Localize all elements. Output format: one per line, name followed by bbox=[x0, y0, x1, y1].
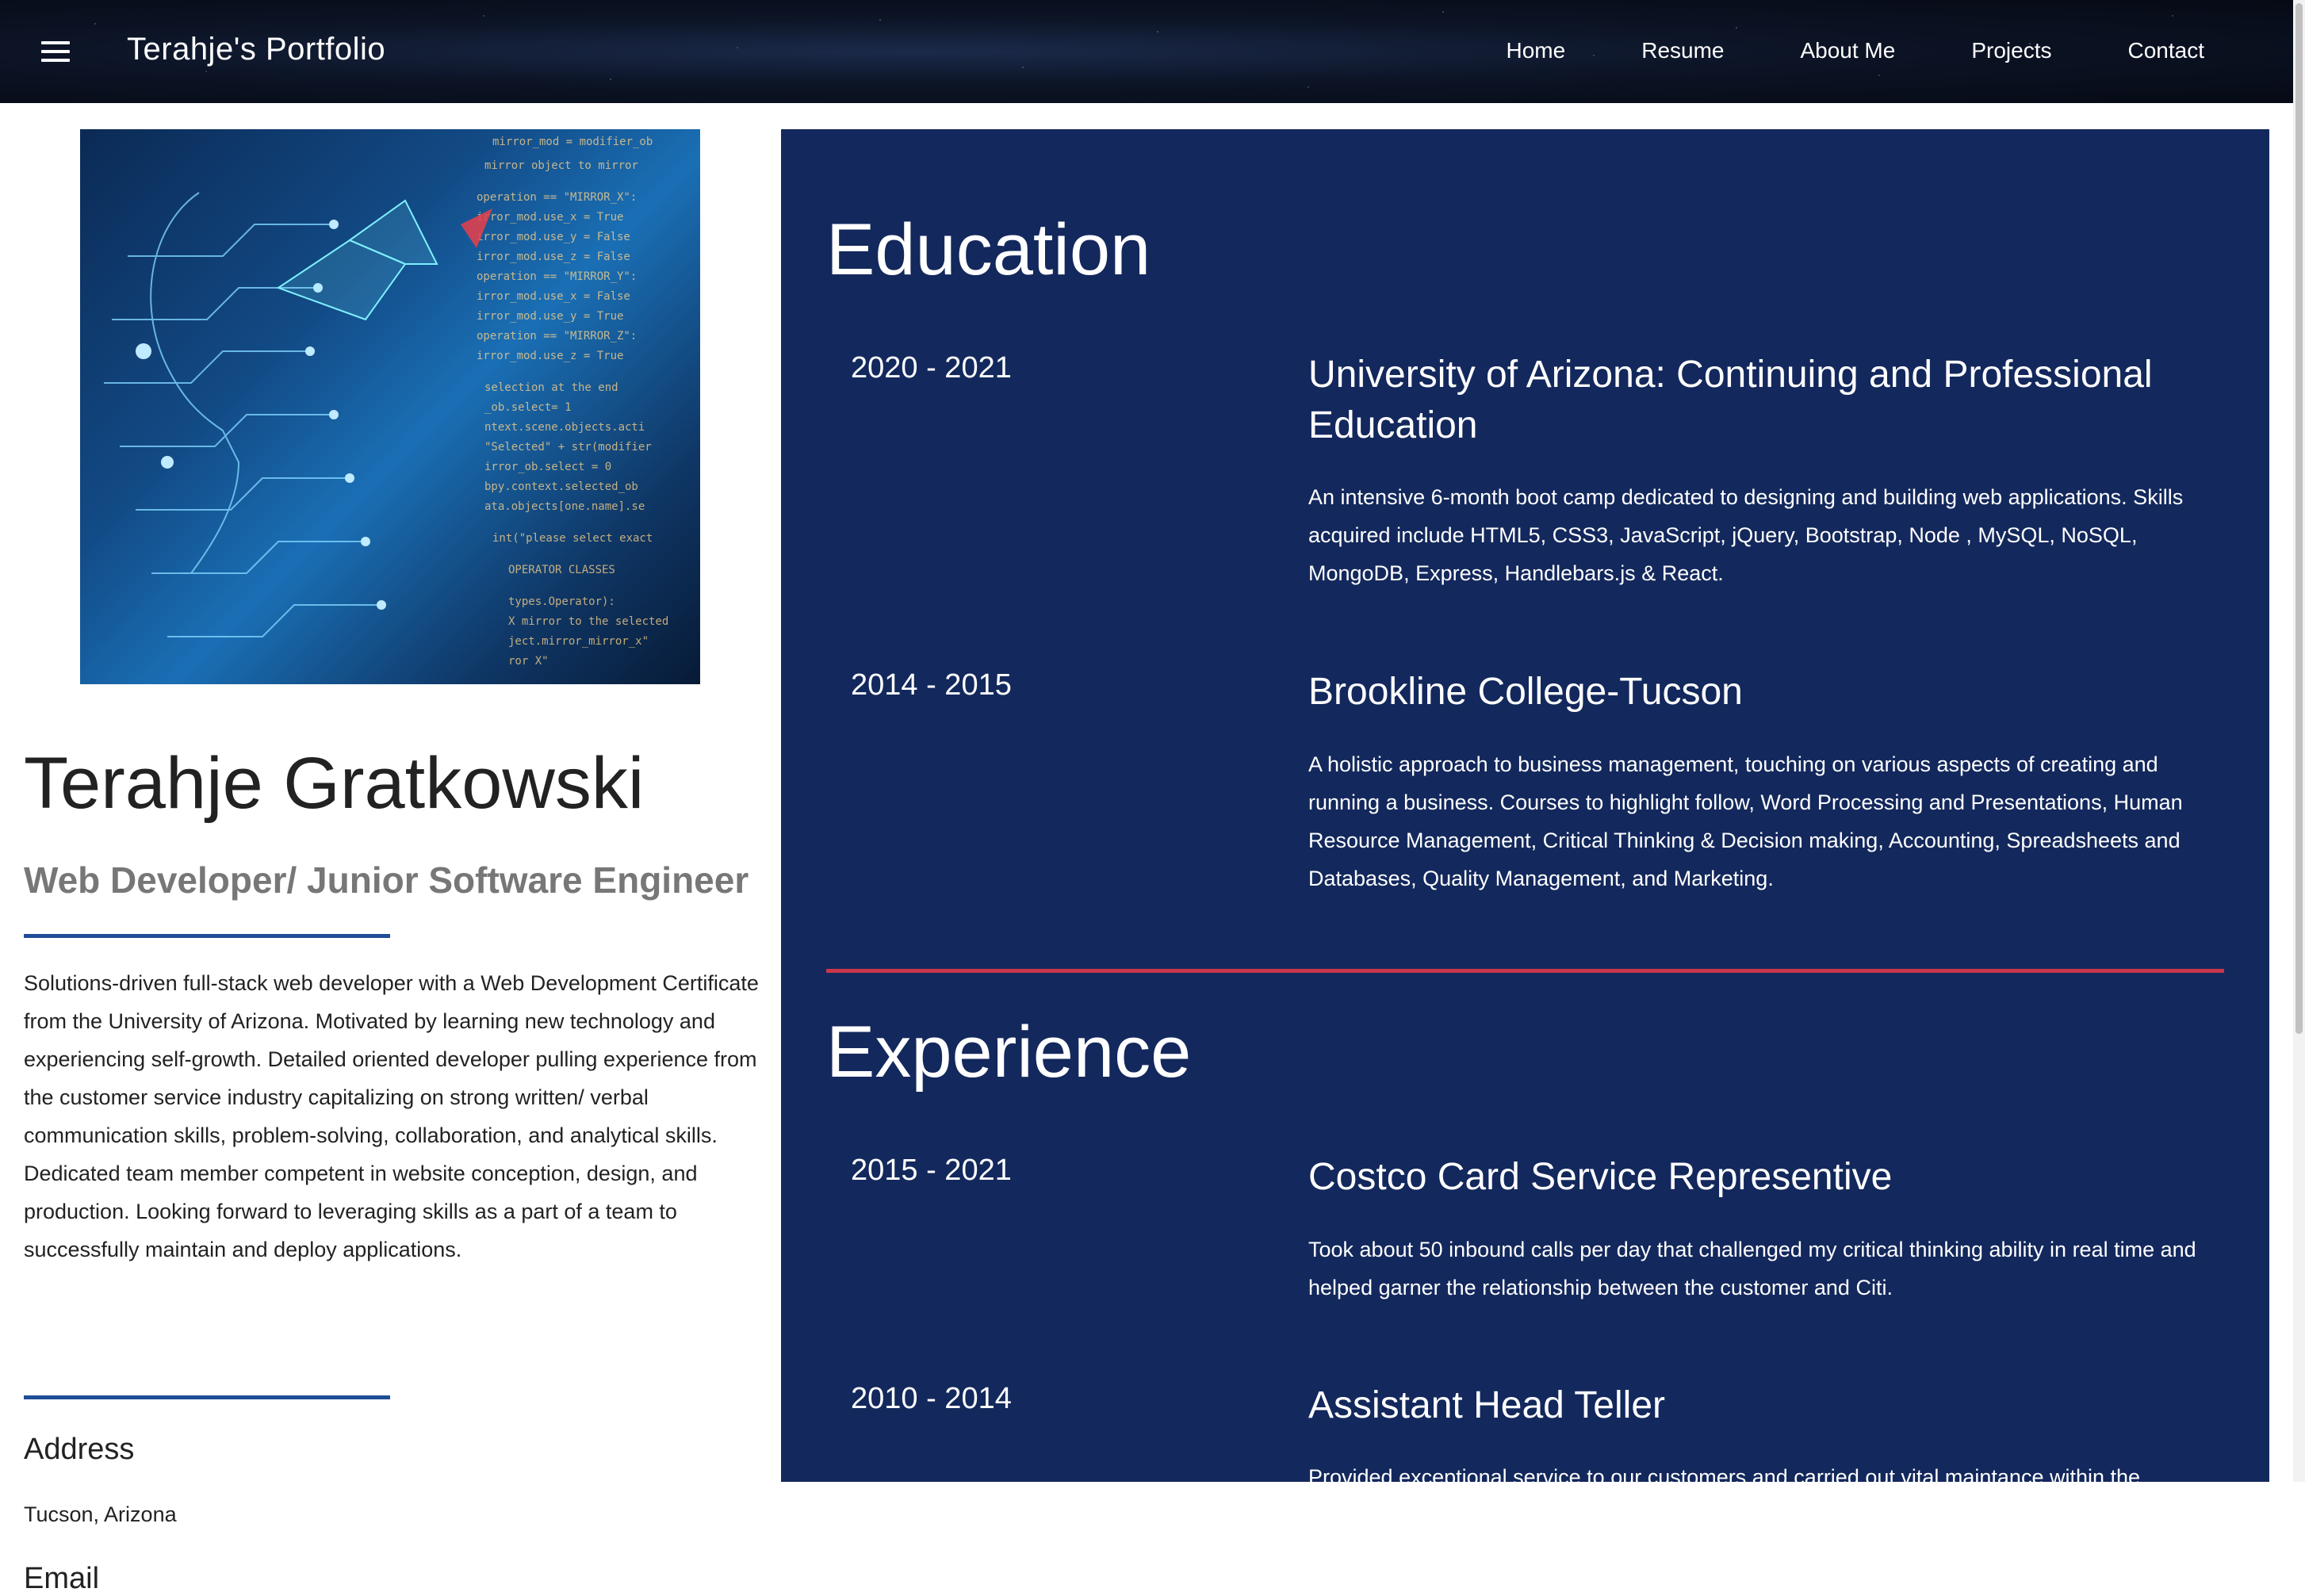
svg-text:irror_ob.select = 0: irror_ob.select = 0 bbox=[484, 461, 611, 473]
top-navbar: Terahje's Portfolio Home Resume About Me… bbox=[0, 0, 2293, 103]
svg-text:irror_mod.use_z = False: irror_mod.use_z = False bbox=[477, 251, 630, 263]
section-divider bbox=[826, 969, 2224, 973]
svg-text:ntext.scene.objects.acti: ntext.scene.objects.acti bbox=[484, 421, 645, 434]
experience-description: Provided exceptional service to our cust… bbox=[1308, 1465, 2141, 1489]
nav-links: Home Resume About Me Projects Contact bbox=[1430, 38, 2204, 63]
nav-about-link[interactable]: About Me bbox=[1800, 38, 1895, 63]
svg-text:irror_mod.use_y = True: irror_mod.use_y = True bbox=[477, 310, 623, 323]
svg-text:selection at the end: selection at the end bbox=[484, 381, 618, 394]
svg-text:ject.mirror_mirror_x": ject.mirror_mirror_x" bbox=[508, 635, 649, 648]
resume-panel: Education 2020 - 2021 University of Ariz… bbox=[781, 129, 2269, 1489]
address-label: Address bbox=[24, 1433, 135, 1466]
svg-text:ror X": ror X" bbox=[508, 655, 549, 668]
svg-text:mirror object to mirror: mirror object to mirror bbox=[484, 159, 638, 172]
profile-sidebar: mirror_mod = modifier_ob mirror object t… bbox=[0, 103, 781, 1595]
divider bbox=[24, 934, 390, 938]
profile-image: mirror_mod = modifier_ob mirror object t… bbox=[80, 129, 700, 684]
svg-text:irror_mod.use_z = True: irror_mod.use_z = True bbox=[477, 350, 623, 362]
svg-text:operation == "MIRROR_X":: operation == "MIRROR_X": bbox=[477, 191, 637, 204]
experience-heading: Experience bbox=[826, 1012, 1192, 1093]
hamburger-menu-icon[interactable] bbox=[41, 41, 70, 62]
svg-text:_ob.select= 1: _ob.select= 1 bbox=[484, 401, 572, 414]
svg-text:irror_mod.use_x = False: irror_mod.use_x = False bbox=[477, 290, 630, 303]
scrollbar-thumb[interactable] bbox=[2295, 3, 2303, 1034]
svg-text:mirror_mod = modifier_ob: mirror_mod = modifier_ob bbox=[492, 136, 653, 148]
svg-text:irror_mod.use_x = True: irror_mod.use_x = True bbox=[477, 211, 623, 224]
experience-title: Assistant Head Teller bbox=[1308, 1384, 1665, 1426]
svg-text:"Selected" + str(modifier: "Selected" + str(modifier bbox=[484, 441, 652, 454]
education-title: Brookline College-Tucson bbox=[1308, 671, 1743, 713]
svg-text:irror_mod.use_y = False: irror_mod.use_y = False bbox=[477, 231, 630, 243]
education-title: University of Arizona: Continuing and Pr… bbox=[1308, 354, 2153, 446]
address-value: Tucson, Arizona bbox=[24, 1502, 177, 1526]
svg-text:operation == "MIRROR_Z":: operation == "MIRROR_Z": bbox=[477, 330, 637, 343]
page-scrollbar[interactable] bbox=[2293, 0, 2305, 1482]
email-label: Email bbox=[24, 1562, 100, 1595]
svg-text:int("please select exact: int("please select exact bbox=[492, 532, 653, 545]
profile-name: Terahje Gratkowski bbox=[24, 743, 645, 824]
nav-contact-link[interactable]: Contact bbox=[2128, 38, 2205, 63]
education-description: An intensive 6-month boot camp dedicated… bbox=[1308, 485, 2184, 585]
svg-text:bpy.context.selected_ob: bpy.context.selected_ob bbox=[484, 480, 638, 493]
experience-years: 2010 - 2014 bbox=[851, 1382, 1012, 1415]
education-years: 2014 - 2015 bbox=[851, 668, 1012, 702]
svg-text:types.Operator):: types.Operator): bbox=[508, 595, 615, 608]
education-heading: Education bbox=[826, 209, 1151, 290]
nav-resume-link[interactable]: Resume bbox=[1641, 38, 1724, 63]
education-description: A holistic approach to business manageme… bbox=[1308, 752, 2183, 890]
svg-text:operation == "MIRROR_Y":: operation == "MIRROR_Y": bbox=[477, 270, 637, 283]
svg-text:OPERATOR CLASSES: OPERATOR CLASSES bbox=[508, 564, 615, 576]
experience-description: Took about 50 inbound calls per day that… bbox=[1308, 1238, 2196, 1299]
education-years: 2020 - 2021 bbox=[851, 351, 1012, 385]
divider bbox=[24, 1395, 390, 1399]
svg-text:ata.objects[one.name].se: ata.objects[one.name].se bbox=[484, 500, 645, 513]
svg-text:X mirror to the selected: X mirror to the selected bbox=[508, 615, 668, 628]
nav-projects-link[interactable]: Projects bbox=[1971, 38, 2051, 63]
profile-bio: Solutions-driven full-stack web develope… bbox=[24, 971, 759, 1261]
profile-subtitle: Web Developer/ Junior Software Engineer bbox=[24, 859, 749, 901]
experience-title: Costco Card Service Representive bbox=[1308, 1156, 1893, 1198]
nav-home-link[interactable]: Home bbox=[1507, 38, 1566, 63]
brand-title[interactable]: Terahje's Portfolio bbox=[127, 32, 385, 67]
experience-years: 2015 - 2021 bbox=[851, 1154, 1012, 1187]
